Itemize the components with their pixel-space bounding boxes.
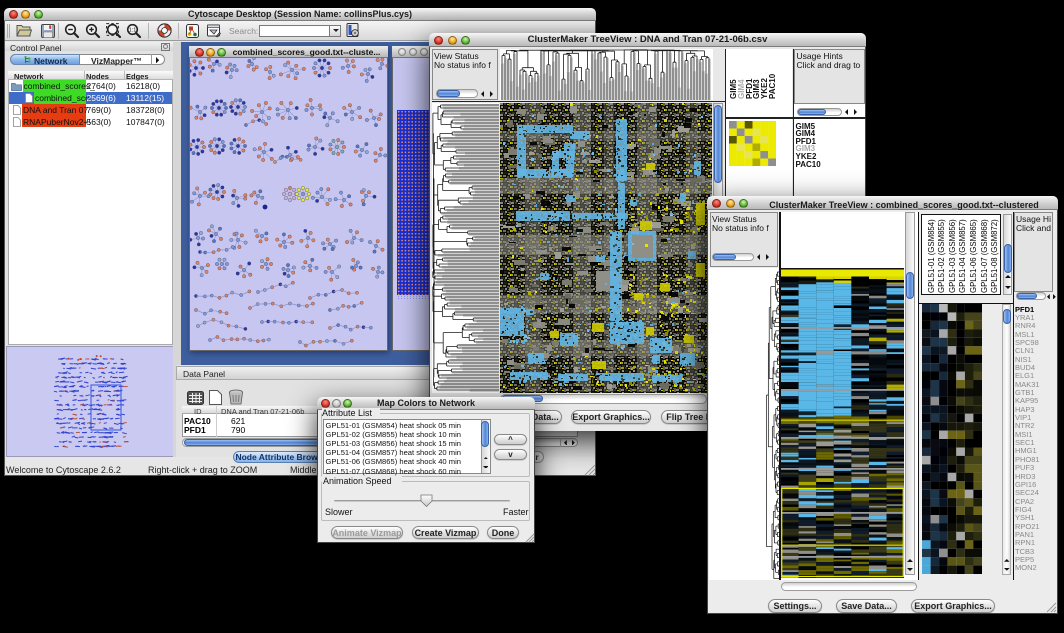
svg-text:1:1: 1:1 <box>128 28 136 34</box>
